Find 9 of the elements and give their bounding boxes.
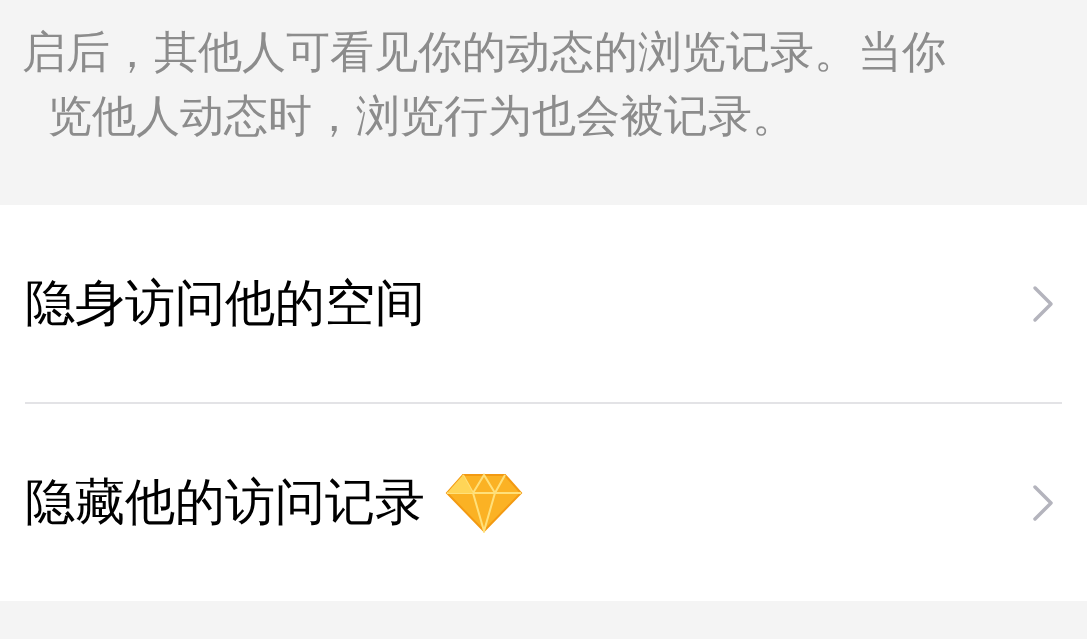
chevron-right-icon xyxy=(1031,284,1055,323)
row-label: 隐藏他的访问记录 xyxy=(25,472,425,533)
diamond-icon xyxy=(445,472,523,533)
description-line: 启后，其他人可看见你的动态的浏览记录。当你 xyxy=(21,25,947,79)
settings-row[interactable]: 隐身访问他的空间 xyxy=(0,205,1087,402)
description-line: 览他人动态时，浏览行为也会被记录。 xyxy=(47,89,797,143)
row-label: 隐身访问他的空间 xyxy=(25,273,425,334)
chevron-right-icon xyxy=(1031,483,1055,522)
settings-row[interactable]: 隐藏他的访问记录 xyxy=(0,404,1087,601)
